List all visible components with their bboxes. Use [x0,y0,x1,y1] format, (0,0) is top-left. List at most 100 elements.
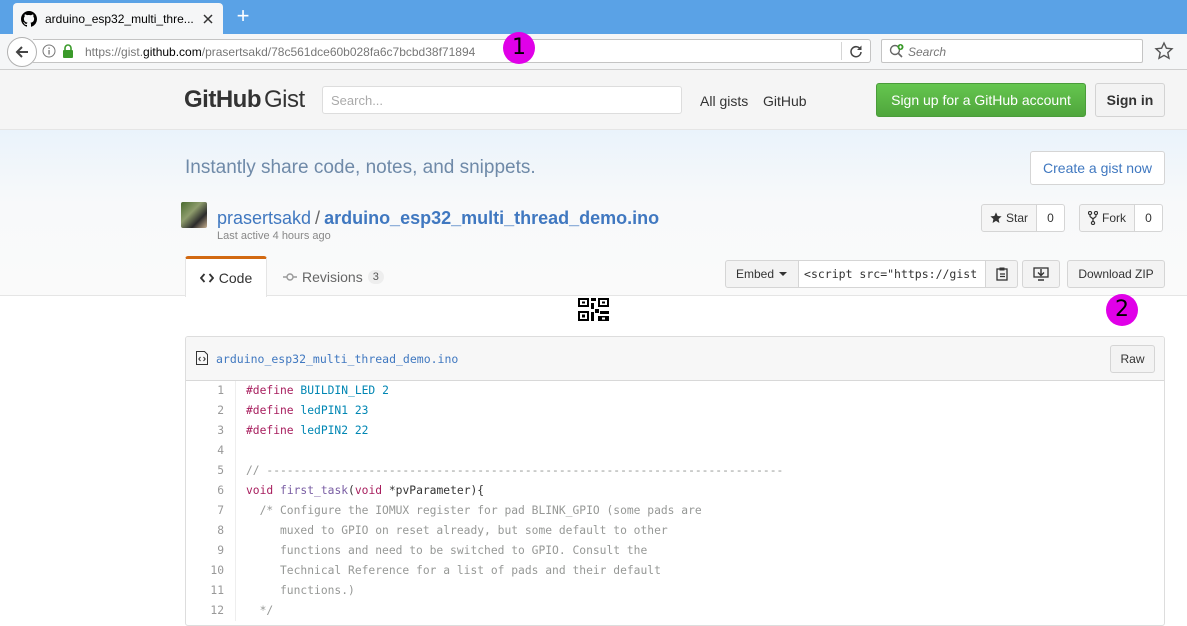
gist-title: prasertsakd / arduino_esp32_multi_thread_d… [217,208,659,229]
desktop-download-icon [1033,267,1049,281]
browser-nav-bar: https://gist.github.com/prasertsakd/78c5… [0,34,1187,70]
fork-counter: Fork 0 [1079,204,1163,232]
revisions-count: 3 [367,270,384,284]
star-icon [990,212,1002,223]
logo-github: GitHub [184,86,261,113]
gist-hero: Instantly share code, notes, and snippet… [0,130,1187,297]
file-code-icon [196,351,208,365]
line-number[interactable]: 12 [186,601,236,621]
line-code: Technical Reference for a list of pads a… [236,561,661,581]
code-token: // -------------------------------------… [246,464,784,477]
new-tab-button[interactable]: + [232,5,254,28]
back-button[interactable] [7,37,37,67]
line-number[interactable]: 10 [186,561,236,581]
star-button[interactable]: Star [981,204,1038,232]
line-code: #define BUILDIN_LED 2 [236,381,389,401]
copy-button[interactable] [986,260,1019,288]
caret-down-icon [779,272,788,276]
embed-group: Embed <script src="https://gist [725,260,1019,288]
code-token: BUILDIN_LED [300,384,376,397]
back-arrow-icon [15,46,28,58]
embed-select[interactable]: Embed [725,260,800,288]
signup-button[interactable]: Sign up for a GitHub account [876,83,1086,117]
qr-code-icon [578,298,609,321]
github-gist-logo[interactable]: GitHub Gist [184,86,305,114]
signin-button[interactable]: Sign in [1095,83,1165,117]
close-icon[interactable] [201,12,215,26]
star-count[interactable]: 0 [1037,204,1066,232]
code-line: 2 #define ledPIN1 23 [186,401,1164,421]
reload-icon[interactable] [848,43,864,59]
create-gist-button[interactable]: Create a gist now [1030,151,1165,185]
line-number[interactable]: 8 [186,521,236,541]
code-token: void [246,484,274,497]
logo-gist: Gist [263,86,305,113]
line-number[interactable]: 4 [186,441,236,461]
code-line: 12 */ [186,601,1164,621]
info-icon[interactable] [42,44,56,58]
url-path: /prasertsakd/78c561dce60b028fa6c7bcbd38f… [201,45,476,59]
line-code: #define ledPIN2 22 [236,421,368,441]
line-number[interactable]: 2 [186,401,236,421]
clipboard-icon [995,267,1008,281]
search-icon [889,44,904,58]
code-token: #define [246,384,294,397]
code-token: ledPIN2 [300,424,349,437]
line-number[interactable]: 3 [186,421,236,441]
tab-code[interactable]: Code [185,256,267,297]
commit-icon [283,273,297,281]
fork-button[interactable]: Fork [1079,204,1135,232]
last-active: Last active 4 hours ago [217,230,331,242]
avatar[interactable] [181,202,207,228]
desktop-download-button[interactable] [1022,260,1060,288]
browser-tab[interactable]: arduino_esp32_multi_thre... [13,3,223,34]
nav-github[interactable]: GitHub [763,93,807,109]
gist-search-input[interactable]: Search... [322,86,682,114]
line-number[interactable]: 7 [186,501,236,521]
code-token: void [354,484,383,497]
browser-search-box[interactable]: Search [881,39,1143,63]
line-number[interactable]: 5 [186,461,236,481]
code-body: 1 #define BUILDIN_LED 2 2 #define ledPIN1 2… [186,381,1164,621]
line-number[interactable]: 1 [186,381,236,401]
github-icon [21,10,37,27]
gist-file: arduino_esp32_multi_thread_demo.ino Raw … [185,336,1165,626]
code-line: 4 [186,441,1164,461]
line-number[interactable]: 9 [186,541,236,561]
code-token: ( [348,484,355,497]
code-token: first_task [280,484,349,497]
line-number[interactable]: 6 [186,481,236,501]
line-code: */ [236,601,274,621]
line-number[interactable]: 11 [186,581,236,601]
line-code: muxed to GPIO on reset already, but some… [236,521,668,541]
download-zip-button[interactable]: Download ZIP [1067,260,1165,288]
code-line: 6 void first_task(void *pvParameter){ [186,481,1164,501]
tagline: Instantly share code, notes, and snippet… [185,157,536,178]
code-token: #define [246,424,294,437]
browser-tab-title: arduino_esp32_multi_thre... [45,11,194,26]
bookmark-star-icon[interactable] [1154,41,1174,61]
embed-label: Embed [736,267,775,281]
code-icon [199,273,214,283]
star-counter: Star 0 [981,204,1066,232]
fork-icon [1088,211,1098,225]
code-token: *pvParameter){ [382,484,485,497]
raw-button[interactable]: Raw [1110,345,1155,373]
address-divider [841,42,842,60]
embed-code-field[interactable]: <script src="https://gist [799,260,987,288]
gist-file-link[interactable]: arduino_esp32_multi_thread_demo.ino [324,208,659,228]
url-text: https://gist.github.com/prasertsakd/78c5… [85,45,475,59]
gist-owner-link[interactable]: prasertsakd [217,208,311,228]
file-name-link[interactable]: arduino_esp32_multi_thread_demo.ino [216,352,458,366]
fork-count[interactable]: 0 [1135,204,1163,232]
nav-all-gists[interactable]: All gists [700,93,748,109]
tab-revisions[interactable]: Revisions 3 [283,269,384,285]
code-line: 11 functions.) [186,581,1164,601]
annotation-badge-1: 1 [503,32,535,64]
tab-code-label: Code [218,270,253,286]
address-bar[interactable]: https://gist.github.com/prasertsakd/78c5… [33,39,871,63]
code-token: functions.) [246,584,355,597]
code-token: /* Configure the IOMUX register for pad … [246,504,702,517]
code-line: 9 functions and need to be switched to G… [186,541,1164,561]
annotation-badge-2: 2 [1106,294,1138,326]
